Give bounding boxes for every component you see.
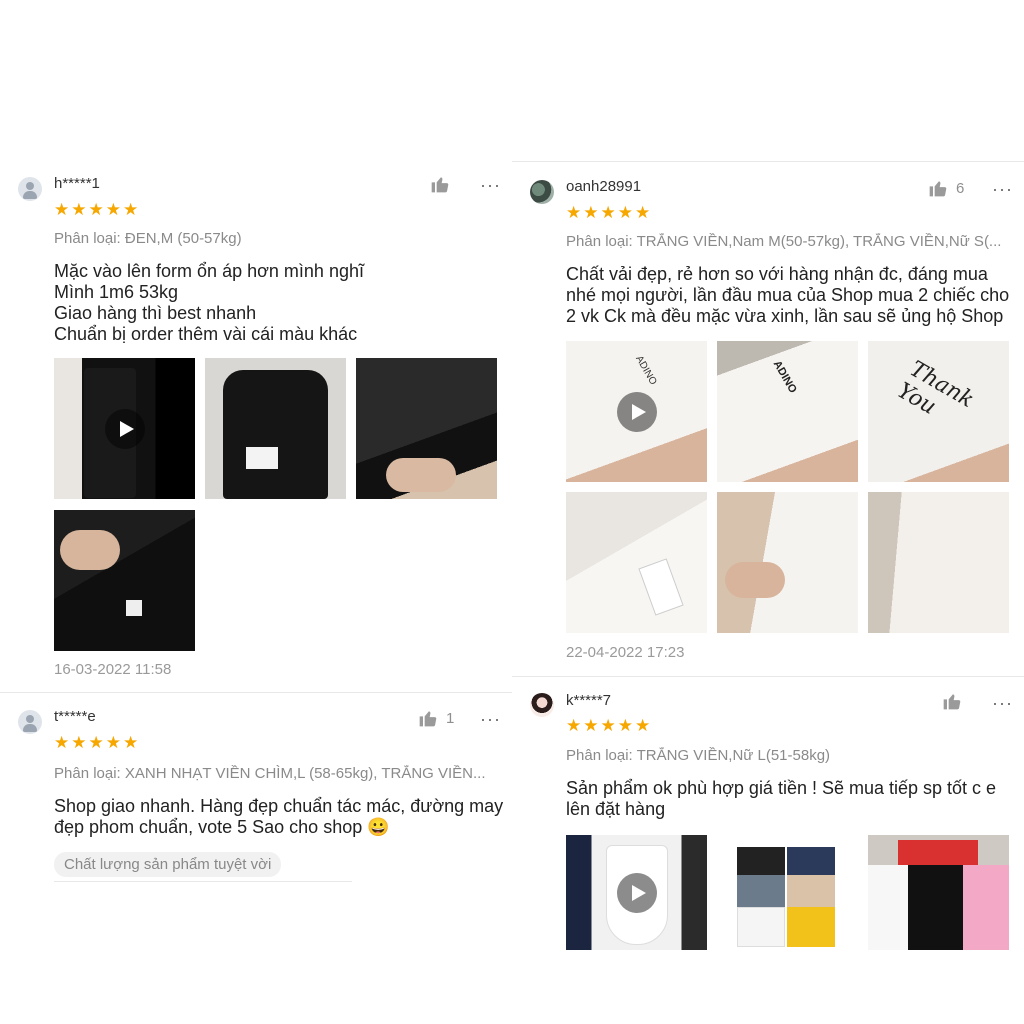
review-card: k*****7 ··· ★ ★ ★ ★ ★ Phân loại: TRẮNG V…	[512, 677, 1024, 957]
review-comment: Mặc vào lên form ổn áp hơn mình nghĩ Mìn…	[54, 261, 364, 344]
review-photo[interactable]	[205, 358, 346, 499]
more-options-icon[interactable]: ···	[480, 710, 501, 728]
divider	[54, 881, 352, 882]
review-video-thumbnail[interactable]: ADINO	[566, 341, 707, 482]
thumbs-up-icon	[419, 711, 437, 727]
star-icon: ★	[105, 733, 121, 752]
star-icon: ★	[566, 203, 582, 222]
review-photo[interactable]	[717, 492, 858, 633]
star-icon: ★	[583, 716, 599, 735]
star-icon: ★	[54, 733, 70, 752]
avatar[interactable]	[530, 180, 554, 204]
review-card: h*****1 ··· ★ ★ ★ ★ ★ Phân loại: ĐEN,M (…	[0, 160, 512, 692]
review-photo[interactable]	[566, 492, 707, 633]
like-button[interactable]: 6	[928, 178, 964, 198]
review-username[interactable]: k*****7	[566, 692, 611, 709]
like-count: 6	[956, 179, 965, 197]
star-icon: ★	[88, 200, 104, 219]
review-video-thumbnail[interactable]	[54, 358, 195, 499]
star-icon: ★	[71, 200, 87, 219]
star-rating: ★ ★ ★ ★ ★	[54, 201, 138, 219]
play-icon[interactable]	[616, 391, 657, 432]
review-card: oanh28991 6 ··· ★ ★ ★ ★ ★ Phân loại: TRẮ…	[512, 163, 1024, 675]
review-video-thumbnail[interactable]	[566, 835, 707, 950]
star-icon: ★	[123, 733, 139, 752]
play-icon[interactable]	[104, 408, 145, 449]
thumbs-up-icon	[943, 694, 961, 710]
variant-label: Phân loại: TRẮNG VIỀN,Nữ L(51-58kg)	[566, 747, 831, 764]
star-icon: ★	[635, 716, 651, 735]
card-thank-you-text: Thank You	[892, 356, 979, 420]
thumbs-up-icon	[929, 181, 947, 197]
play-icon[interactable]	[616, 872, 657, 913]
avatar[interactable]	[18, 177, 42, 201]
thumbs-up-icon	[431, 177, 449, 193]
like-button[interactable]: 1	[418, 708, 454, 728]
variant-label: Phân loại: ĐEN,M (50-57kg)	[54, 230, 242, 247]
avatar[interactable]	[18, 710, 42, 734]
star-icon: ★	[54, 200, 70, 219]
star-rating: ★ ★ ★ ★ ★	[566, 717, 650, 735]
review-photo[interactable]: ADINO	[717, 341, 858, 482]
review-photo[interactable]	[356, 358, 497, 499]
star-icon: ★	[88, 733, 104, 752]
variant-label: Phân loại: TRẮNG VIỀN,Nam M(50-57kg), TR…	[566, 233, 1002, 250]
card-brand-text: ADINO	[770, 358, 799, 396]
review-comment: Shop giao nhanh. Hàng đẹp chuẩn tác mác,…	[54, 796, 504, 837]
star-icon: ★	[71, 733, 87, 752]
review-photo[interactable]	[868, 492, 1009, 633]
star-rating: ★ ★ ★ ★ ★	[566, 204, 650, 222]
star-icon: ★	[617, 716, 633, 735]
more-options-icon[interactable]: ···	[992, 180, 1013, 198]
like-count: 1	[446, 709, 455, 727]
like-button[interactable]	[430, 174, 458, 194]
review-photo[interactable]	[54, 510, 195, 651]
review-photo[interactable]	[717, 835, 858, 950]
star-icon: ★	[635, 203, 651, 222]
review-comment: Sản phẩm ok phù hợp giá tiền ! Sẽ mua ti…	[566, 778, 997, 819]
star-icon: ★	[617, 203, 633, 222]
divider	[512, 161, 1024, 162]
review-username[interactable]: h*****1	[54, 175, 100, 192]
review-comment: Chất vải đẹp, rẻ hơn so với hàng nhận đc…	[566, 264, 1010, 326]
review-card: t*****e 1 ··· ★ ★ ★ ★ ★ Phân loại: XANH …	[0, 693, 512, 893]
avatar[interactable]	[530, 693, 554, 717]
star-icon: ★	[566, 716, 582, 735]
review-username[interactable]: oanh28991	[566, 178, 641, 195]
star-rating: ★ ★ ★ ★ ★	[54, 734, 138, 752]
more-options-icon[interactable]: ···	[992, 694, 1013, 712]
review-photo[interactable]: Thank You	[868, 341, 1009, 482]
more-options-icon[interactable]: ···	[480, 176, 501, 194]
review-photo[interactable]	[868, 835, 1009, 950]
review-tag: Chất lượng sản phẩm tuyệt vời	[54, 852, 282, 877]
card-brand-text: ADINO	[633, 354, 659, 387]
star-icon: ★	[105, 200, 121, 219]
review-date: 16-03-2022 11:58	[54, 661, 172, 678]
review-username[interactable]: t*****e	[54, 708, 96, 725]
star-icon: ★	[123, 200, 139, 219]
star-icon: ★	[600, 716, 616, 735]
star-icon: ★	[583, 203, 599, 222]
variant-label: Phân loại: XANH NHẠT VIỀN CHÌM,L (58-65k…	[54, 765, 486, 782]
star-icon: ★	[600, 203, 616, 222]
review-date: 22-04-2022 17:23	[566, 644, 685, 661]
like-button[interactable]	[942, 691, 970, 711]
